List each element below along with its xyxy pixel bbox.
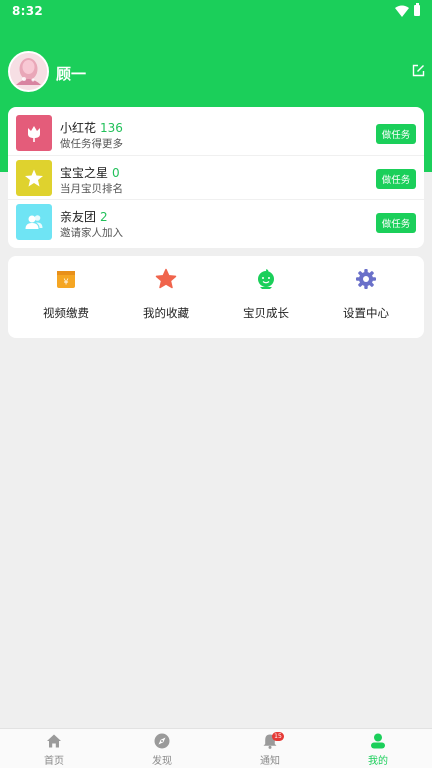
bottom-tab-bar: 首页 发现 15 通知 我的 — [0, 728, 432, 768]
menu-item-favorites[interactable]: 我的收藏 — [116, 268, 216, 320]
task-title: 宝宝之星 — [60, 166, 109, 180]
edit-icon[interactable] — [412, 64, 425, 77]
task-icon-family — [16, 204, 52, 240]
avatar-image-icon — [10, 53, 47, 90]
tab-me[interactable]: 我的 — [324, 729, 432, 768]
tab-label: 通知 — [260, 756, 280, 767]
menu-label: 视频缴费 — [43, 306, 89, 320]
task-description: 做任务得更多 — [60, 138, 123, 150]
status-bar: 8:32 — [0, 0, 432, 24]
username[interactable]: 顾一 — [56, 63, 86, 84]
wallet-icon: ¥ — [57, 271, 75, 288]
menu-label: 设置中心 — [343, 306, 389, 320]
task-title: 亲友团 — [60, 210, 97, 224]
star-icon — [25, 169, 43, 187]
menu-label: 我的收藏 — [143, 306, 189, 320]
task-count: 0 — [112, 166, 120, 180]
task-name: 宝宝之星 0 — [60, 164, 120, 181]
task-name: 亲友团 2 — [60, 208, 108, 225]
svg-text:¥: ¥ — [63, 278, 68, 287]
home-icon — [47, 734, 61, 748]
do-task-button[interactable]: 做任务 — [376, 169, 416, 189]
task-name: 小红花 136 — [60, 119, 123, 136]
task-description: 邀请家人加入 — [60, 227, 123, 239]
task-row-flower: 小红花 136 做任务得更多 做任务 — [8, 111, 424, 155]
battery-icon — [414, 3, 420, 16]
quick-menu-card: ¥ 视频缴费 我的收藏 宝贝成长 设置中心 — [8, 256, 424, 338]
menu-item-settings[interactable]: 设置中心 — [316, 268, 416, 320]
menu-item-video-payment[interactable]: ¥ 视频缴费 — [16, 268, 116, 320]
flower-icon — [28, 126, 40, 142]
user-icon — [371, 733, 385, 749]
task-icon-star — [16, 160, 52, 196]
avatar[interactable] — [8, 51, 49, 92]
task-card: 小红花 136 做任务得更多 做任务 宝宝之星 0 当月宝贝排名 做任务 亲友团 2 — [8, 107, 424, 248]
tab-discover[interactable]: 发现 — [108, 729, 216, 768]
wifi-icon — [395, 5, 409, 17]
menu-item-baby-growth[interactable]: 宝贝成长 — [216, 268, 316, 320]
star-icon — [155, 268, 177, 289]
do-task-button[interactable]: 做任务 — [376, 213, 416, 233]
task-description: 当月宝贝排名 — [60, 183, 123, 195]
people-icon — [25, 215, 43, 229]
tab-home[interactable]: 首页 — [0, 729, 108, 768]
do-task-button[interactable]: 做任务 — [376, 124, 416, 144]
task-icon-flower — [16, 115, 52, 151]
gear-icon — [356, 269, 376, 289]
tab-label: 我的 — [368, 756, 388, 767]
menu-label: 宝贝成长 — [243, 306, 289, 320]
task-title: 小红花 — [60, 121, 97, 135]
compass-icon — [154, 733, 170, 749]
tab-label: 发现 — [152, 756, 172, 767]
tab-notifications[interactable]: 15 通知 — [216, 729, 324, 768]
tab-label: 首页 — [44, 756, 64, 767]
task-count: 2 — [100, 210, 108, 224]
task-count: 136 — [100, 121, 123, 135]
notification-badge: 15 — [272, 732, 284, 741]
baby-icon — [258, 269, 274, 289]
task-row-family: 亲友团 2 邀请家人加入 做任务 — [8, 199, 424, 243]
task-row-star: 宝宝之星 0 当月宝贝排名 做任务 — [8, 155, 424, 199]
status-time: 8:32 — [12, 4, 44, 18]
